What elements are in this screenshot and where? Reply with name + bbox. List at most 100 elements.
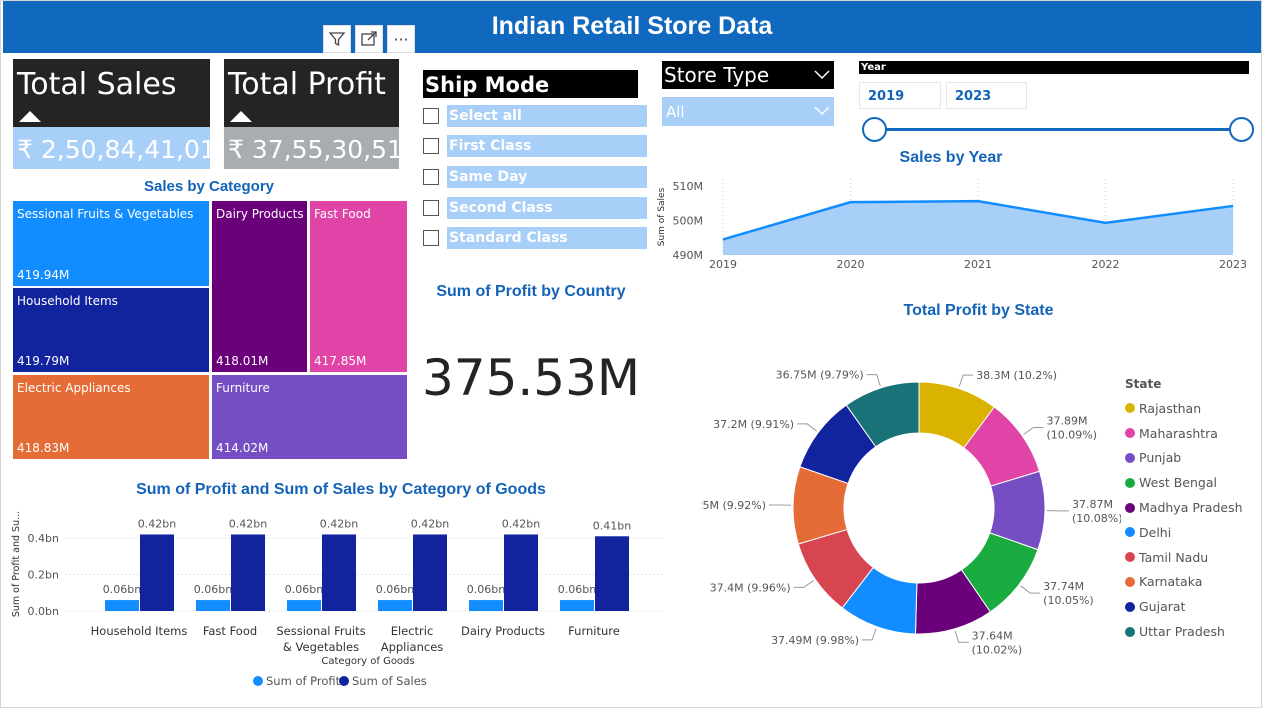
total-sales-value: ₹ 2,50,84,41,014	[13, 127, 232, 169]
checkbox[interactable]	[423, 200, 439, 216]
x-tick-label: Fast Food	[203, 624, 257, 638]
year-start-box[interactable]: 2019	[859, 82, 941, 109]
dashboard-page: Indian Retail Store Data ··· Total Sales…	[0, 0, 1262, 708]
checkbox[interactable]	[423, 169, 439, 185]
treemap-tile-value: 418.01M	[216, 354, 269, 368]
data-label: (10.02%)	[972, 643, 1023, 656]
profit-by-state-chart: 38.3M (10.2%) 37.89M(10.09%) 37.87M(10.08%…	[701, 369, 1121, 657]
legend-marker	[253, 676, 263, 686]
more-options-icon[interactable]: ···	[387, 25, 415, 53]
legend-label: Uttar Pradesh	[1139, 624, 1225, 640]
bar	[196, 600, 230, 611]
data-label: 0.41bn	[593, 519, 631, 532]
treemap-tile[interactable]: Electric Appliances 418.83M	[13, 375, 209, 459]
profit-sales-by-category-chart: 0.0bn 0.2bn 0.4bn 0.06bn 0.42bn Household Ite…	[11, 511, 665, 688]
bar	[413, 534, 447, 611]
year-end-value: 2023	[955, 89, 992, 104]
treemap-tile[interactable]: Furniture 414.02M	[212, 375, 407, 459]
x-tick-label: Furniture	[568, 624, 620, 638]
focus-mode-icon[interactable]	[355, 25, 383, 53]
data-label: 0.06bn	[467, 583, 505, 596]
ship-mode-option-label: First Class	[447, 135, 647, 157]
leader-line	[1020, 585, 1041, 594]
checkbox[interactable]	[423, 108, 439, 124]
legend-item: Uttar Pradesh	[1125, 619, 1260, 644]
treemap-tile-value: 414.02M	[216, 441, 269, 455]
year-slider-end-handle[interactable]	[1229, 117, 1254, 142]
ship-mode-option-second-class[interactable]: Second Class	[423, 196, 647, 220]
store-type-title[interactable]: Store Type	[662, 61, 834, 89]
data-label: 37.2M (9.91%)	[713, 418, 794, 431]
legend-item: West Bengal	[1125, 470, 1260, 495]
legend-label: Punjab	[1139, 450, 1182, 466]
data-label: 37.89M	[1047, 414, 1088, 427]
data-label: 37.87M	[1072, 498, 1113, 511]
data-label: 38.3M (10.2%)	[976, 369, 1057, 382]
legend-item: Rajasthan	[1125, 396, 1260, 421]
year-slider-start-handle[interactable]	[862, 117, 887, 142]
store-type-selected: All	[666, 103, 685, 121]
year-end-box[interactable]: 2023	[946, 82, 1027, 109]
data-label: 0.42bn	[411, 517, 449, 530]
treemap-tile[interactable]: Fast Food 417.85M	[310, 201, 407, 372]
x-tick-label: 2023	[1219, 258, 1247, 271]
legend-marker	[1125, 403, 1135, 414]
ship-mode-option-same-day[interactable]: Same Day	[423, 165, 647, 189]
ship-mode-title: Ship Mode	[423, 70, 638, 98]
y-tick-label: 490M	[673, 249, 704, 262]
total-profit-card: Total Profit ₹ 37,55,30,511	[224, 59, 419, 169]
store-type-dropdown[interactable]: All	[662, 97, 834, 126]
profit-by-country-title: Sum of Profit by Country	[436, 283, 626, 300]
legend-marker	[1125, 452, 1135, 463]
legend-marker	[1125, 576, 1135, 587]
treemap-tile[interactable]: Dairy Products 418.01M	[212, 201, 307, 372]
legend-item: Maharashtra	[1125, 421, 1260, 446]
treemap-tile-value: 418.83M	[17, 441, 70, 455]
ship-mode-option-standard-class[interactable]: Standard Class	[423, 226, 647, 250]
x-tick-label: Electric	[391, 624, 434, 638]
checkbox[interactable]	[423, 230, 439, 246]
year-start-value: 2019	[868, 89, 905, 104]
bar	[287, 600, 321, 611]
data-label: 0.42bn	[229, 517, 267, 530]
treemap-tile[interactable]: Household Items 419.79M	[13, 288, 209, 372]
y-tick-label: 0.2bn	[28, 569, 59, 582]
legend-label: Gujarat	[1139, 599, 1186, 615]
data-label: 37.4M (9.96%)	[710, 581, 791, 594]
x-tick-label: Household Items	[91, 624, 188, 638]
data-label: 0.06bn	[376, 583, 414, 596]
ship-mode-option-select-all[interactable]: Select all	[423, 104, 647, 128]
legend-item: Gujarat	[1125, 594, 1260, 619]
up-arrow-icon	[230, 111, 252, 122]
ship-mode-option-first-class[interactable]: First Class	[423, 134, 647, 158]
treemap-tile-label: Sessional Fruits & Vegetables	[17, 207, 194, 221]
legend-label: Tamil Nadu	[1139, 549, 1209, 565]
sales-by-year-title: Sales by Year	[899, 149, 1003, 166]
checkbox[interactable]	[423, 138, 439, 154]
treemap-tile[interactable]: Sessional Fruits & Vegetables 419.94M	[13, 201, 209, 286]
treemap-tile-label: Fast Food	[314, 207, 371, 221]
data-label: 0.06bn	[285, 583, 323, 596]
legend-marker	[1125, 601, 1135, 612]
sales-by-year-chart: 2019 2020 2021 2022 2023 490M 500M 510M Sum of S…	[657, 179, 1247, 271]
legend-item: Delhi	[1125, 520, 1260, 545]
data-label: 37.74M	[1043, 580, 1084, 593]
bar	[231, 534, 265, 611]
x-tick-label: Sessional Fruits	[276, 624, 365, 638]
total-profit-value: ₹ 37,55,30,511	[224, 127, 419, 169]
filter-icon[interactable]	[323, 25, 351, 53]
y-tick-label: 0.4bn	[28, 532, 59, 545]
legend-marker	[1125, 552, 1135, 563]
sales-by-category-title: Sales by Category	[143, 178, 275, 195]
legend-label: Sum of Sales	[352, 674, 427, 688]
treemap-tile-value: 417.85M	[314, 354, 367, 368]
bar	[504, 534, 538, 611]
legend-label: Maharashtra	[1139, 425, 1218, 441]
bar	[595, 536, 629, 611]
treemap-tile-label: Furniture	[216, 381, 270, 395]
treemap-tile-label: Electric Appliances	[17, 381, 131, 395]
legend-label: Sum of Profit	[266, 674, 341, 688]
bar	[560, 600, 594, 611]
year-slider-track[interactable]	[874, 128, 1241, 131]
y-tick-label: 0.0bn	[28, 605, 59, 618]
